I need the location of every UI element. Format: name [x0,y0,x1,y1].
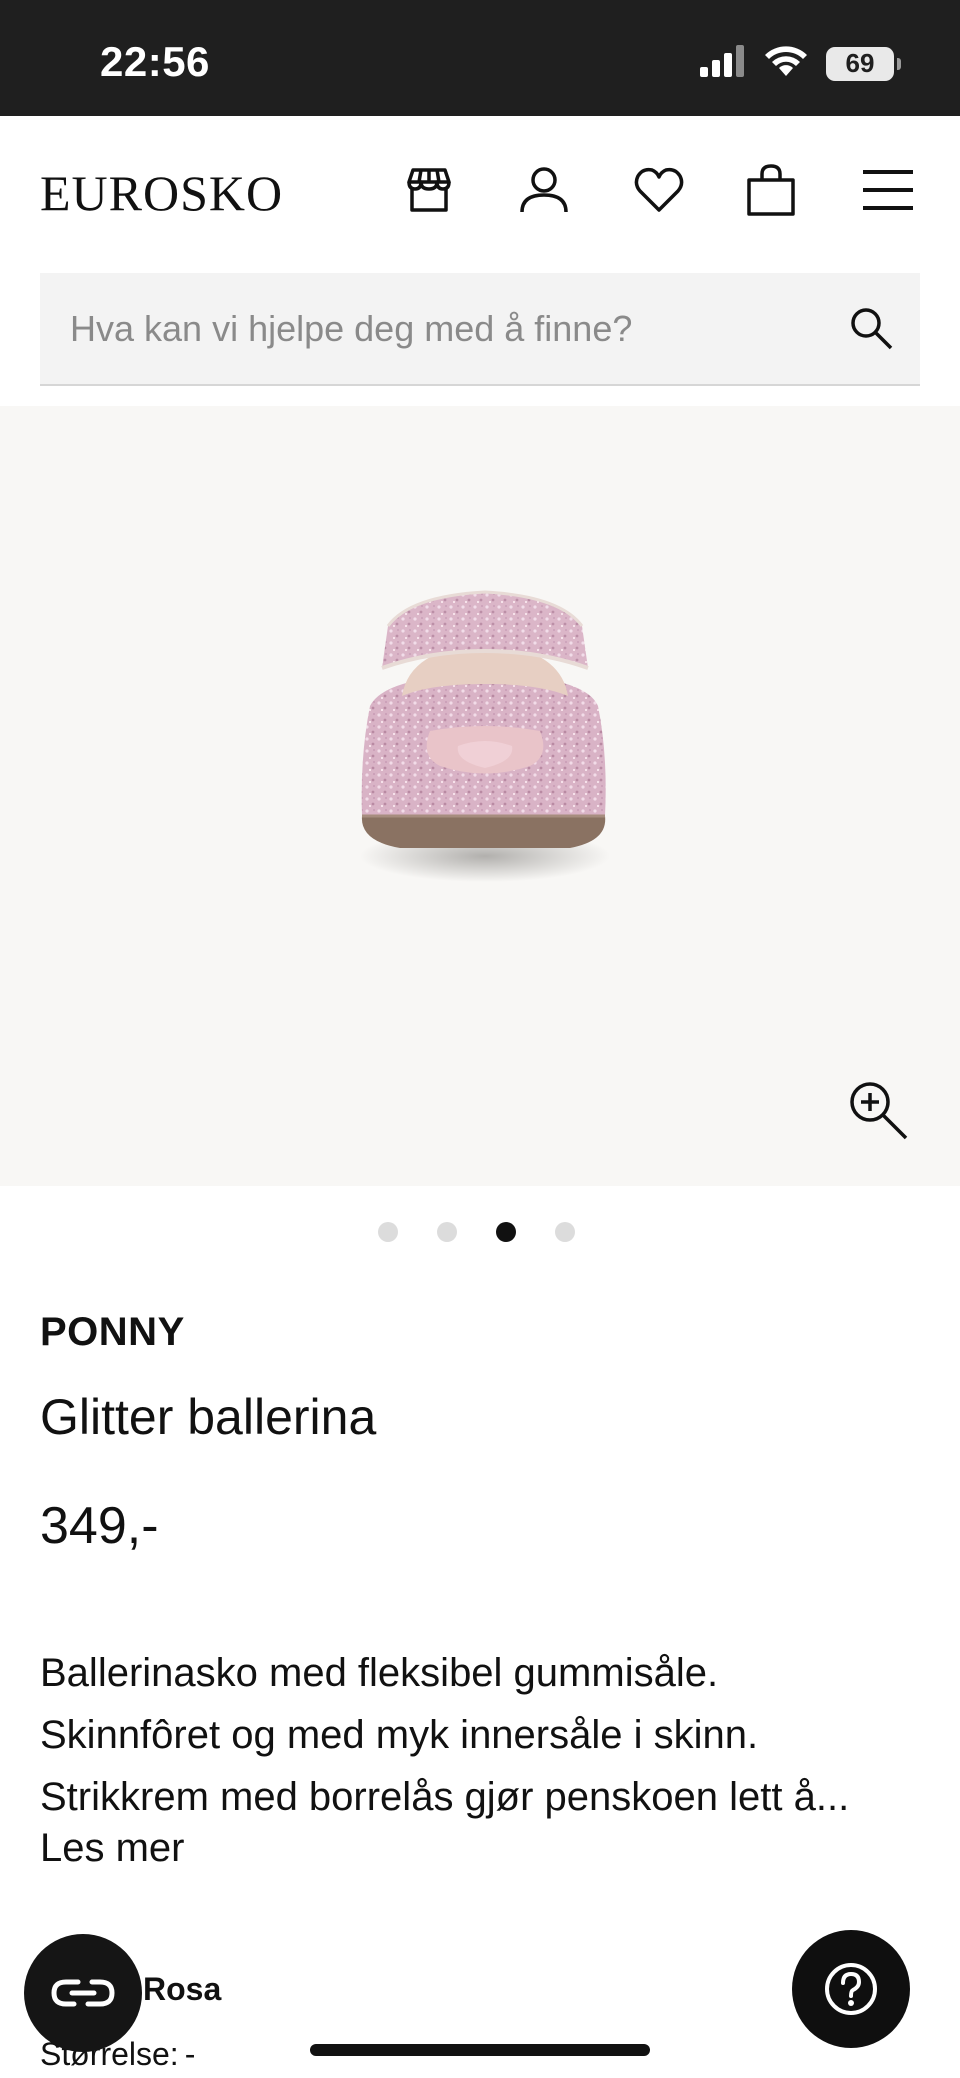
site-header: EUROSKO [0,116,960,262]
home-indicator [310,2044,650,2056]
read-more-link[interactable]: Les mer [40,1826,185,1871]
carousel-dot-3[interactable] [495,1222,516,1242]
carousel-dot-4[interactable] [554,1222,575,1242]
product-description: Ballerinasko med fleksibel gummisåle. Sk… [40,1642,920,1828]
zoom-in-icon[interactable] [846,1078,910,1142]
store-icon[interactable] [399,160,459,220]
color-value: Rosa [143,1971,222,2007]
status-bar: 22:56 69 [0,0,960,116]
eurosko-logo[interactable]: EUROSKO [40,164,283,222]
description-line: Ballerinasko med fleksibel gummisåle. [40,1651,719,1695]
help-icon [825,1963,877,2015]
search-input[interactable] [70,273,830,384]
heart-icon[interactable] [629,160,689,220]
product-brand[interactable]: PONNY [40,1310,185,1355]
carousel-dots [0,1222,960,1248]
search-icon[interactable] [848,305,894,351]
product-name: Glitter ballerina [40,1389,377,1445]
wifi-icon [764,44,808,83]
signal-icon [700,45,746,82]
product-price: 349,- [40,1497,159,1555]
help-button[interactable] [792,1930,910,2048]
product-image [360,590,610,882]
status-icons: 69 [700,44,901,83]
size-value: - [184,2036,196,2072]
bag-icon[interactable] [741,160,801,220]
user-icon[interactable] [514,160,574,220]
share-link-button[interactable] [24,1934,142,2052]
status-time: 22:56 [100,38,210,85]
search-bar [40,273,920,386]
battery-icon: 69 [826,46,901,81]
menu-icon[interactable] [858,160,918,220]
carousel-dot-2[interactable] [436,1222,457,1242]
description-line: Skinnfôret og med myk innersåle i skinn. [40,1713,759,1757]
product-image-carousel[interactable] [0,406,960,1186]
link-icon [51,1979,115,2007]
carousel-dot-1[interactable] [377,1222,398,1242]
description-line: Strikkrem med borrelås gjør penskoen let… [40,1775,850,1819]
